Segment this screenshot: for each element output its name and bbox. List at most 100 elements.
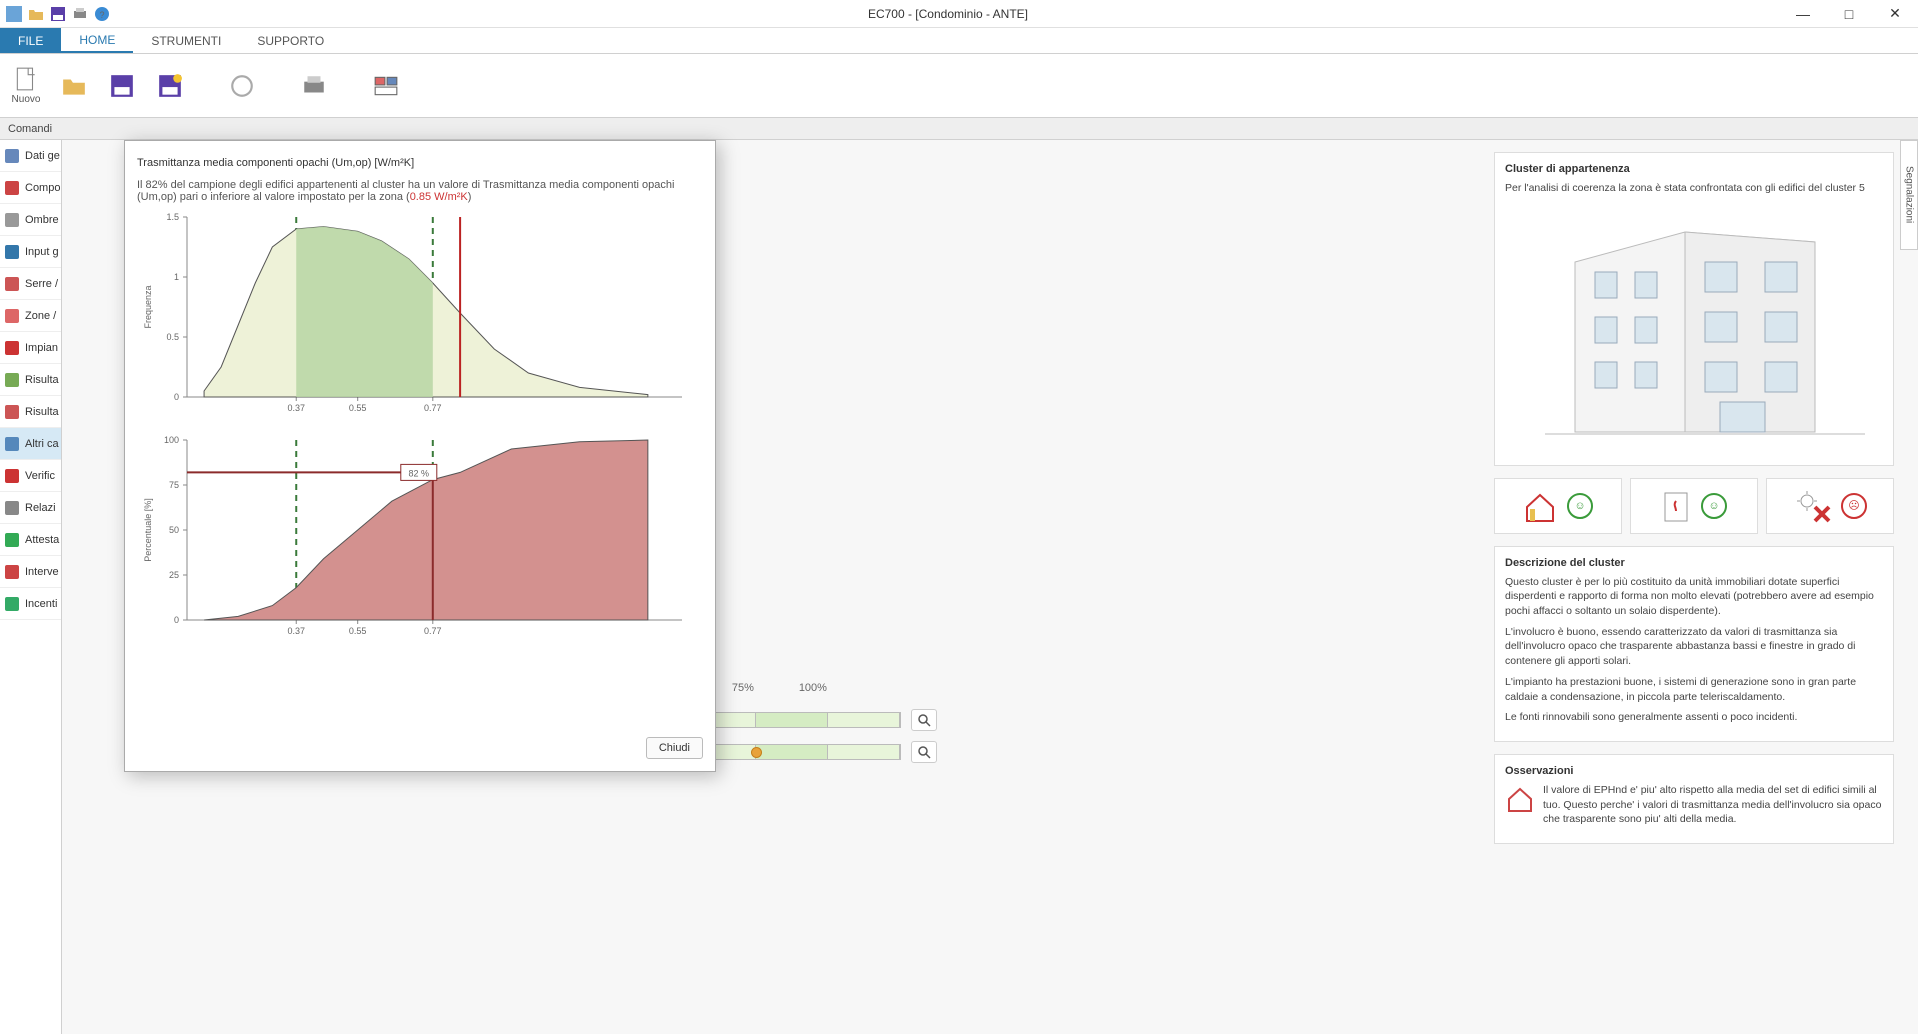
sidebar-item-4[interactable]: Serre / (0, 268, 61, 300)
window-controls: — □ ✕ (1780, 0, 1918, 28)
sidebar-item-icon (4, 436, 20, 452)
cluster-renewable-box: ☹ (1766, 478, 1894, 534)
ribbon-print[interactable] (292, 57, 336, 115)
comandi-bar: Comandi (0, 118, 1918, 140)
sidebar: Dati geCompo Ombre Input g Serre /Zone /Imp… (0, 140, 62, 1034)
svg-text:0.37: 0.37 (287, 626, 305, 636)
sidebar-item-label: Ombre (25, 214, 59, 226)
sidebar-item-3[interactable]: Input g (0, 236, 61, 268)
sidebar-item-11[interactable]: Relazi (0, 492, 61, 524)
boiler-icon (1661, 489, 1691, 523)
svg-text:1: 1 (174, 272, 179, 282)
sidebar-item-icon (4, 244, 20, 260)
svg-text:0.37: 0.37 (287, 403, 305, 413)
svg-text:100: 100 (164, 435, 179, 445)
ribbon-nuovo[interactable]: Nuovo (4, 57, 48, 115)
menu-file[interactable]: FILE (0, 28, 61, 53)
svg-text:Percentuale [%]: Percentuale [%] (143, 498, 153, 562)
ribbon-refresh[interactable] (220, 57, 264, 115)
smile-icon: ☺ (1701, 493, 1727, 519)
print-icon (301, 73, 327, 99)
sidebar-item-5[interactable]: Zone / (0, 300, 61, 332)
sidebar-item-label: Risulta (25, 374, 59, 386)
folder-open-icon[interactable] (28, 6, 44, 22)
sidebar-item-icon (4, 596, 20, 612)
menu-home[interactable]: HOME (61, 28, 133, 53)
sidebar-item-14[interactable]: Incenti (0, 588, 61, 620)
close-button[interactable]: ✕ (1872, 0, 1918, 28)
menu-strumenti[interactable]: STRUMENTI (133, 28, 239, 53)
save-icon[interactable] (50, 6, 66, 22)
help-icon[interactable]: ? (94, 6, 110, 22)
ribbon-layout[interactable] (364, 57, 408, 115)
cluster-subtitle: Per l'analisi di coerenza la zona è stat… (1505, 181, 1883, 196)
menu-supporto[interactable]: SUPPORTO (239, 28, 342, 53)
magnify-button[interactable] (911, 709, 937, 731)
svg-text:1.5: 1.5 (166, 212, 179, 222)
modal-body: Il 82% del campione degli edifici appart… (137, 179, 703, 727)
title-bar: ? EC700 - [Condominio - ANTE] — □ ✕ (0, 0, 1918, 28)
sidebar-item-icon (4, 468, 20, 484)
maximize-button[interactable]: □ (1826, 0, 1872, 28)
sidebar-item-1[interactable]: Compo (0, 172, 61, 204)
ribbon-save[interactable] (100, 57, 144, 115)
svg-text:0.5: 0.5 (166, 332, 179, 342)
modal-title: Trasmittanza media componenti opachi (Um… (137, 153, 703, 169)
layout-icon (373, 73, 399, 99)
ribbon-saveas[interactable] (148, 57, 192, 115)
search-icon (917, 745, 931, 759)
sidebar-item-icon (4, 372, 20, 388)
menu-bar: FILE HOME STRUMENTI SUPPORTO (0, 28, 1918, 54)
close-button[interactable]: Chiudi (646, 737, 703, 759)
minimize-button[interactable]: — (1780, 0, 1826, 28)
smile-icon: ☺ (1567, 493, 1593, 519)
ribbon-open[interactable] (52, 57, 96, 115)
right-column: Cluster di appartenenza Per l'analisi di… (1494, 152, 1894, 1034)
sidebar-item-0[interactable]: Dati ge (0, 140, 61, 172)
sidebar-item-8[interactable]: Risulta (0, 396, 61, 428)
svg-text:75: 75 (169, 480, 179, 490)
sidebar-item-icon (4, 404, 20, 420)
sidebar-item-icon (4, 180, 20, 196)
chart-modal: Trasmittanza media componenti opachi (Um… (124, 140, 716, 772)
sidebar-item-13[interactable]: Interve (0, 556, 61, 588)
quickaccess-toolbar: ? (0, 6, 116, 22)
sidebar-item-label: Input g (25, 246, 59, 258)
sidebar-item-icon (4, 340, 20, 356)
print-icon[interactable] (72, 6, 88, 22)
sidebar-item-label: Verific (25, 470, 55, 482)
svg-text:0.55: 0.55 (349, 403, 367, 413)
svg-text:0.77: 0.77 (424, 626, 442, 636)
cluster-icon-strip: ☺ ☺ ☹ (1494, 478, 1894, 534)
sidebar-item-2[interactable]: Ombre (0, 204, 61, 236)
sidebar-item-label: Altri ca (25, 438, 59, 450)
frown-icon: ☹ (1841, 493, 1867, 519)
magnify-button[interactable] (911, 741, 937, 763)
cluster-panel: Cluster di appartenenza Per l'analisi di… (1494, 152, 1894, 466)
sidebar-item-label: Relazi (25, 502, 56, 514)
osservazioni-panel: Osservazioni Il valore di EPHnd e' piu' … (1494, 754, 1894, 844)
sun-cross-icon (1793, 489, 1831, 523)
sidebar-item-9[interactable]: Altri ca (0, 428, 61, 460)
svg-text:25: 25 (169, 570, 179, 580)
sidebar-item-label: Risulta (25, 406, 59, 418)
segnalazioni-tab[interactable]: Segnalazioni (1900, 140, 1918, 250)
svg-text:0: 0 (174, 392, 179, 402)
sidebar-item-10[interactable]: Verific (0, 460, 61, 492)
sidebar-item-7[interactable]: Risulta (0, 364, 61, 396)
save-as-icon (157, 73, 183, 99)
cluster-plant-box: ☺ (1630, 478, 1758, 534)
sidebar-item-icon (4, 276, 20, 292)
refresh-icon (229, 73, 255, 99)
svg-text:Frequenza: Frequenza (143, 285, 153, 328)
sidebar-item-12[interactable]: Attesta (0, 524, 61, 556)
cluster-envelope-box: ☺ (1494, 478, 1622, 534)
window-title: EC700 - [Condominio - ANTE] (116, 7, 1780, 21)
sidebar-item-label: Attesta (25, 534, 59, 546)
svg-text:?: ? (99, 10, 104, 20)
sidebar-item-6[interactable]: Impian (0, 332, 61, 364)
frequency-chart: 00.511.50.370.550.77Frequenza (137, 207, 697, 427)
canvas: Segnalazioni 0%25%50%75%100% 0%25%50%75%… (62, 140, 1918, 1034)
house-icon (1523, 489, 1557, 523)
sidebar-item-icon (4, 500, 20, 516)
